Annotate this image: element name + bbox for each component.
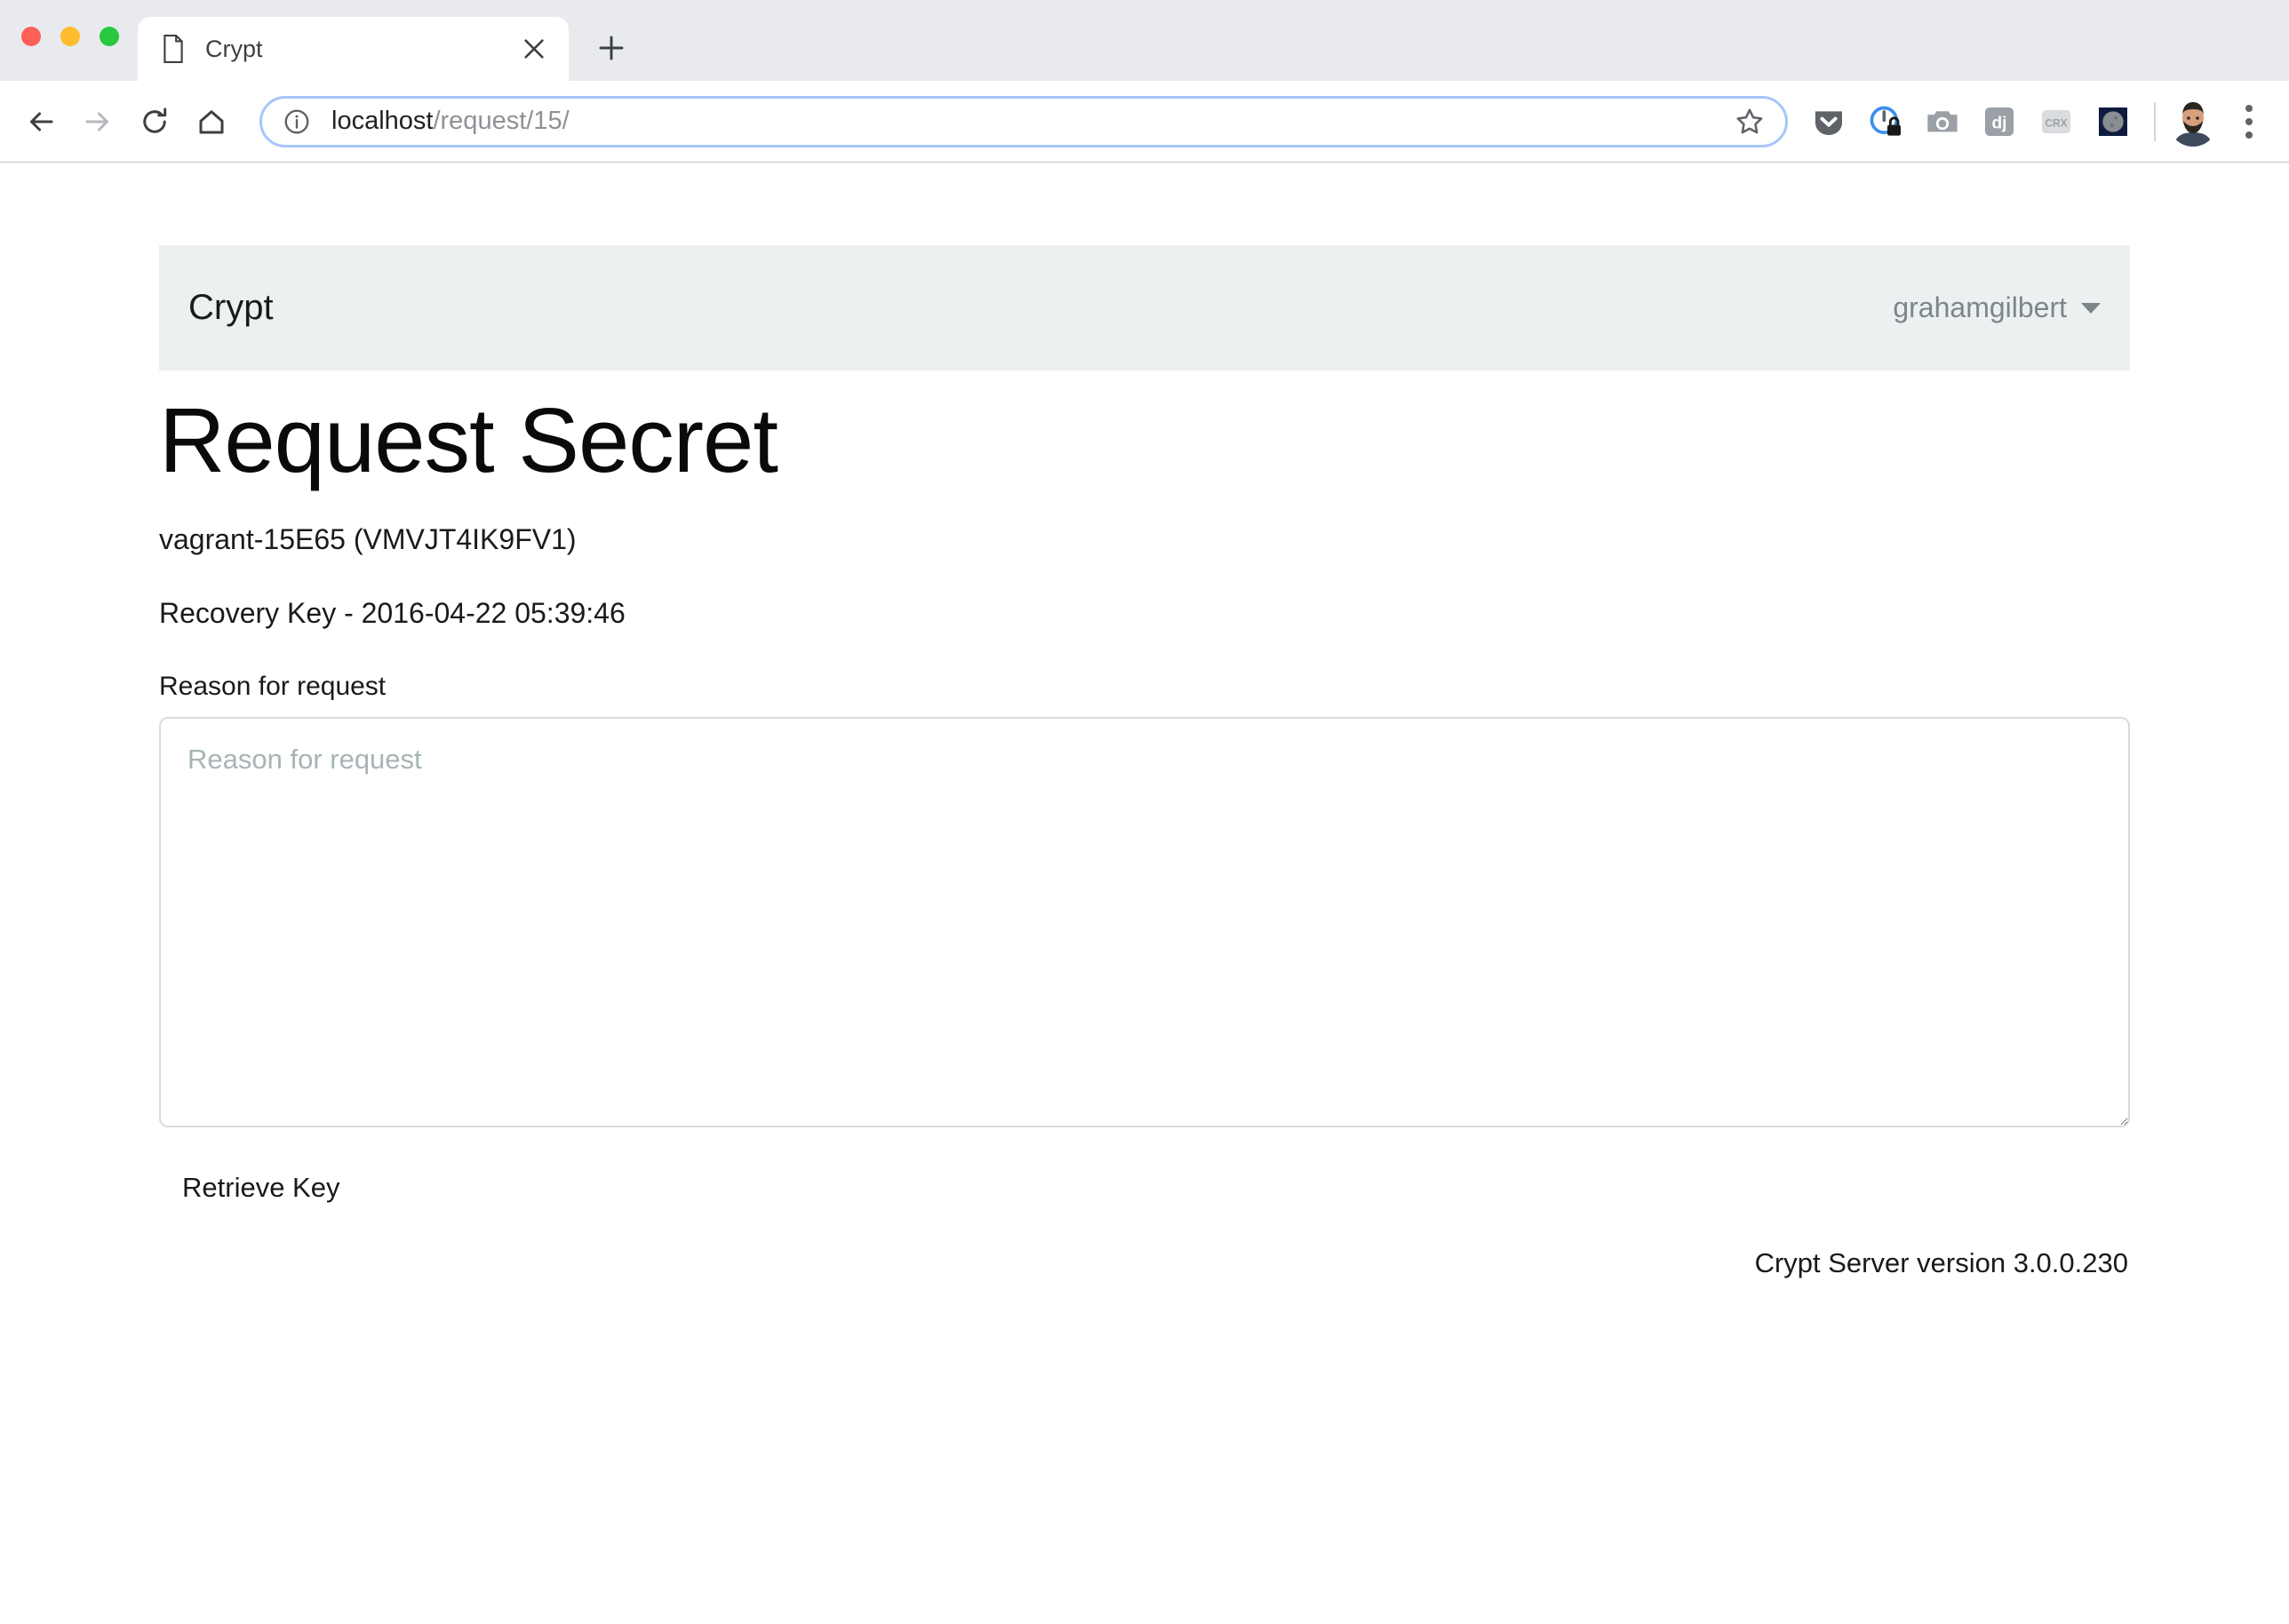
window-controls bbox=[21, 27, 119, 46]
menu-dot bbox=[2245, 131, 2253, 139]
machine-name: vagrant-15E65 (VMVJT4IK9FV1) bbox=[159, 523, 2130, 556]
reload-icon[interactable] bbox=[126, 93, 183, 150]
user-menu[interactable]: grahamgilbert bbox=[1893, 291, 2101, 324]
menu-dot bbox=[2245, 105, 2253, 112]
svg-text:CRX: CRX bbox=[2045, 116, 2067, 129]
extension-icons: dj CRX bbox=[1800, 93, 2141, 150]
browser-tab[interactable]: Crypt bbox=[138, 17, 569, 81]
three-dot-menu-icon[interactable] bbox=[2225, 93, 2273, 150]
browser-toolbar: localhost/request/15/ bbox=[0, 81, 2289, 163]
toolbar-divider bbox=[2154, 102, 2156, 141]
privacy-lock-icon[interactable] bbox=[1857, 93, 1914, 150]
back-arrow-icon[interactable] bbox=[12, 93, 69, 150]
address-bar-text: localhost/request/15/ bbox=[331, 107, 1732, 136]
star-icon[interactable] bbox=[1732, 104, 1767, 139]
page-title: Request Secret bbox=[159, 386, 2130, 495]
recovery-key-info: Recovery Key - 2016-04-22 05:39:46 bbox=[159, 597, 2130, 630]
tab-title: Crypt bbox=[205, 36, 519, 63]
reason-label: Reason for request bbox=[159, 672, 2130, 702]
retrieve-key-button[interactable]: Retrieve Key bbox=[182, 1172, 339, 1204]
footer-version: Crypt Server version 3.0.0.230 bbox=[159, 1247, 2130, 1279]
avatar[interactable] bbox=[2168, 97, 2218, 147]
django-icon[interactable]: dj bbox=[1971, 93, 2028, 150]
navbar-brand[interactable]: Crypt bbox=[188, 288, 274, 328]
reason-input[interactable] bbox=[159, 717, 2130, 1127]
crx-icon[interactable]: CRX bbox=[2028, 93, 2085, 150]
pocket-icon[interactable] bbox=[1800, 93, 1857, 150]
info-circle-icon[interactable] bbox=[282, 107, 312, 137]
main-content: Request Secret vagrant-15E65 (VMVJT4IK9F… bbox=[159, 386, 2130, 1279]
close-icon[interactable] bbox=[519, 34, 549, 64]
home-icon[interactable] bbox=[183, 93, 240, 150]
menu-dot bbox=[2245, 118, 2253, 125]
user-menu-label: grahamgilbert bbox=[1893, 291, 2067, 324]
maximize-window-button[interactable] bbox=[100, 27, 119, 46]
tab-strip: Crypt bbox=[0, 0, 2289, 81]
document-icon bbox=[161, 35, 186, 63]
camera-icon[interactable] bbox=[1914, 93, 1971, 150]
url-host: localhost bbox=[331, 107, 433, 135]
app-navbar: Crypt grahamgilbert bbox=[159, 245, 2130, 370]
chevron-down-icon bbox=[2081, 303, 2101, 314]
new-tab-button[interactable] bbox=[591, 28, 632, 68]
content-container: Crypt grahamgilbert Request Secret vagra… bbox=[159, 163, 2130, 1279]
forward-arrow-icon[interactable] bbox=[69, 93, 126, 150]
address-bar[interactable]: localhost/request/15/ bbox=[259, 96, 1788, 147]
browser-chrome: Crypt bbox=[0, 0, 2289, 163]
page-body: Crypt grahamgilbert Request Secret vagra… bbox=[0, 163, 2289, 1279]
url-path: /request/15/ bbox=[433, 107, 569, 135]
moon-icon[interactable] bbox=[2085, 93, 2141, 150]
close-window-button[interactable] bbox=[21, 27, 41, 46]
minimize-window-button[interactable] bbox=[60, 27, 80, 46]
svg-text:dj: dj bbox=[1991, 114, 2006, 132]
